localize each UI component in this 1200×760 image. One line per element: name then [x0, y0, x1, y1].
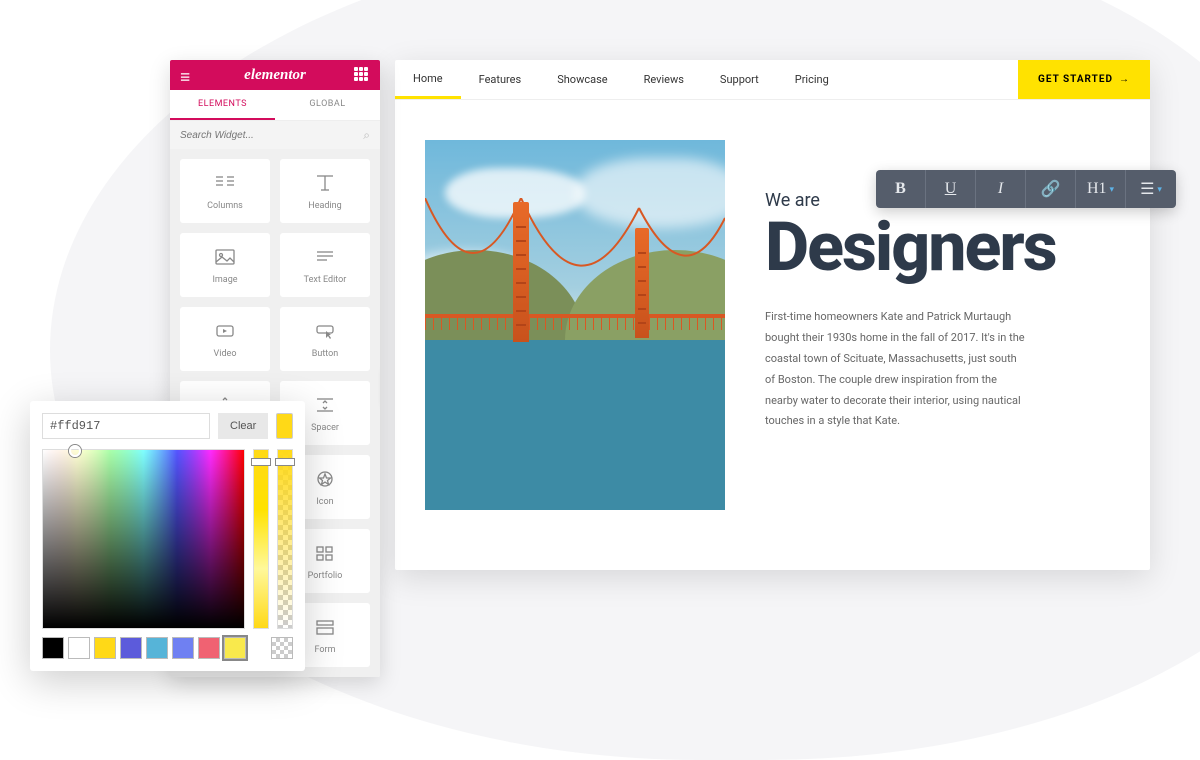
widget-label: Image	[212, 275, 237, 285]
menu-icon[interactable]	[180, 67, 196, 83]
nav-support[interactable]: Support	[702, 60, 777, 99]
nav-features[interactable]: Features	[461, 60, 540, 99]
widget-video[interactable]: Video	[180, 307, 270, 371]
swatch[interactable]	[42, 637, 64, 659]
hue-slider[interactable]	[253, 449, 269, 629]
widget-columns[interactable]: Columns	[180, 159, 270, 223]
heading-dropdown[interactable]: H1▾	[1076, 170, 1126, 208]
hero-title[interactable]: Designers	[765, 213, 1120, 281]
swatch[interactable]	[224, 637, 246, 659]
spacer-icon	[313, 393, 337, 417]
clear-button[interactable]: Clear	[218, 413, 268, 439]
search-input[interactable]	[180, 130, 363, 141]
hero-image	[425, 140, 725, 510]
nav-reviews[interactable]: Reviews	[626, 60, 702, 99]
alpha-slider[interactable]	[277, 449, 293, 629]
cta-label: GET STARTED	[1038, 74, 1113, 85]
nav-pricing[interactable]: Pricing	[777, 60, 847, 99]
hero-paragraph: First-time homeowners Kate and Patrick M…	[765, 307, 1025, 432]
italic-button[interactable]: I	[976, 170, 1026, 208]
widget-image[interactable]: Image	[180, 233, 270, 297]
arrow-right-icon: →	[1119, 74, 1130, 85]
tab-global[interactable]: GLOBAL	[275, 90, 380, 120]
color-handle[interactable]	[69, 445, 81, 457]
widget-text-editor[interactable]: Text Editor	[280, 233, 370, 297]
widget-label: Icon	[316, 497, 333, 507]
widget-label: Portfolio	[308, 571, 343, 581]
bold-button[interactable]: B	[876, 170, 926, 208]
widget-label: Text Editor	[304, 275, 347, 285]
color-field[interactable]	[42, 449, 245, 629]
form-icon	[313, 615, 337, 639]
widget-label: Button	[312, 349, 338, 359]
get-started-button[interactable]: GET STARTED →	[1018, 60, 1150, 99]
text-editor-icon	[313, 245, 337, 269]
sidebar-header: elementor	[170, 60, 380, 90]
button-icon	[313, 319, 337, 343]
tab-elements[interactable]: ELEMENTS	[170, 90, 275, 120]
color-picker: Clear	[30, 401, 305, 671]
list-dropdown[interactable]: ☰▾	[1126, 170, 1176, 208]
swatch[interactable]	[198, 637, 220, 659]
swatch[interactable]	[146, 637, 168, 659]
link-button[interactable]: 🔗	[1026, 170, 1076, 208]
hex-input[interactable]	[42, 413, 210, 439]
list-icon: ☰	[1140, 179, 1154, 199]
heading-icon	[313, 171, 337, 195]
link-icon: 🔗	[1041, 179, 1061, 199]
video-icon	[213, 319, 237, 343]
apps-icon[interactable]	[354, 67, 370, 83]
brand-logo: elementor	[244, 67, 306, 84]
site-nav: Home Features Showcase Reviews Support P…	[395, 60, 1150, 100]
widget-heading[interactable]: Heading	[280, 159, 370, 223]
sidebar-tabs: ELEMENTS GLOBAL	[170, 90, 380, 121]
swatch[interactable]	[120, 637, 142, 659]
swatch-transparent[interactable]	[271, 637, 293, 659]
chevron-down-icon: ▾	[1110, 184, 1115, 195]
columns-icon	[213, 171, 237, 195]
widget-label: Video	[214, 349, 237, 359]
image-icon	[213, 245, 237, 269]
nav-showcase[interactable]: Showcase	[539, 60, 625, 99]
widget-label: Form	[315, 645, 336, 655]
nav-home[interactable]: Home	[395, 60, 461, 99]
swatch[interactable]	[68, 637, 90, 659]
text-format-toolbar: B U I 🔗 H1▾ ☰▾	[876, 170, 1176, 208]
swatch-row	[42, 637, 293, 659]
widget-button[interactable]: Button	[280, 307, 370, 371]
chevron-down-icon: ▾	[1157, 184, 1162, 195]
swatch[interactable]	[172, 637, 194, 659]
page-canvas: Home Features Showcase Reviews Support P…	[395, 60, 1150, 570]
underline-button[interactable]: U	[926, 170, 976, 208]
star-icon	[313, 467, 337, 491]
current-color-swatch	[276, 413, 293, 439]
widget-label: Columns	[207, 201, 243, 211]
search-row: ⌕	[170, 121, 380, 149]
search-icon[interactable]: ⌕	[363, 128, 370, 143]
swatch[interactable]	[94, 637, 116, 659]
portfolio-icon	[313, 541, 337, 565]
widget-label: Spacer	[311, 423, 339, 433]
widget-label: Heading	[308, 201, 341, 211]
